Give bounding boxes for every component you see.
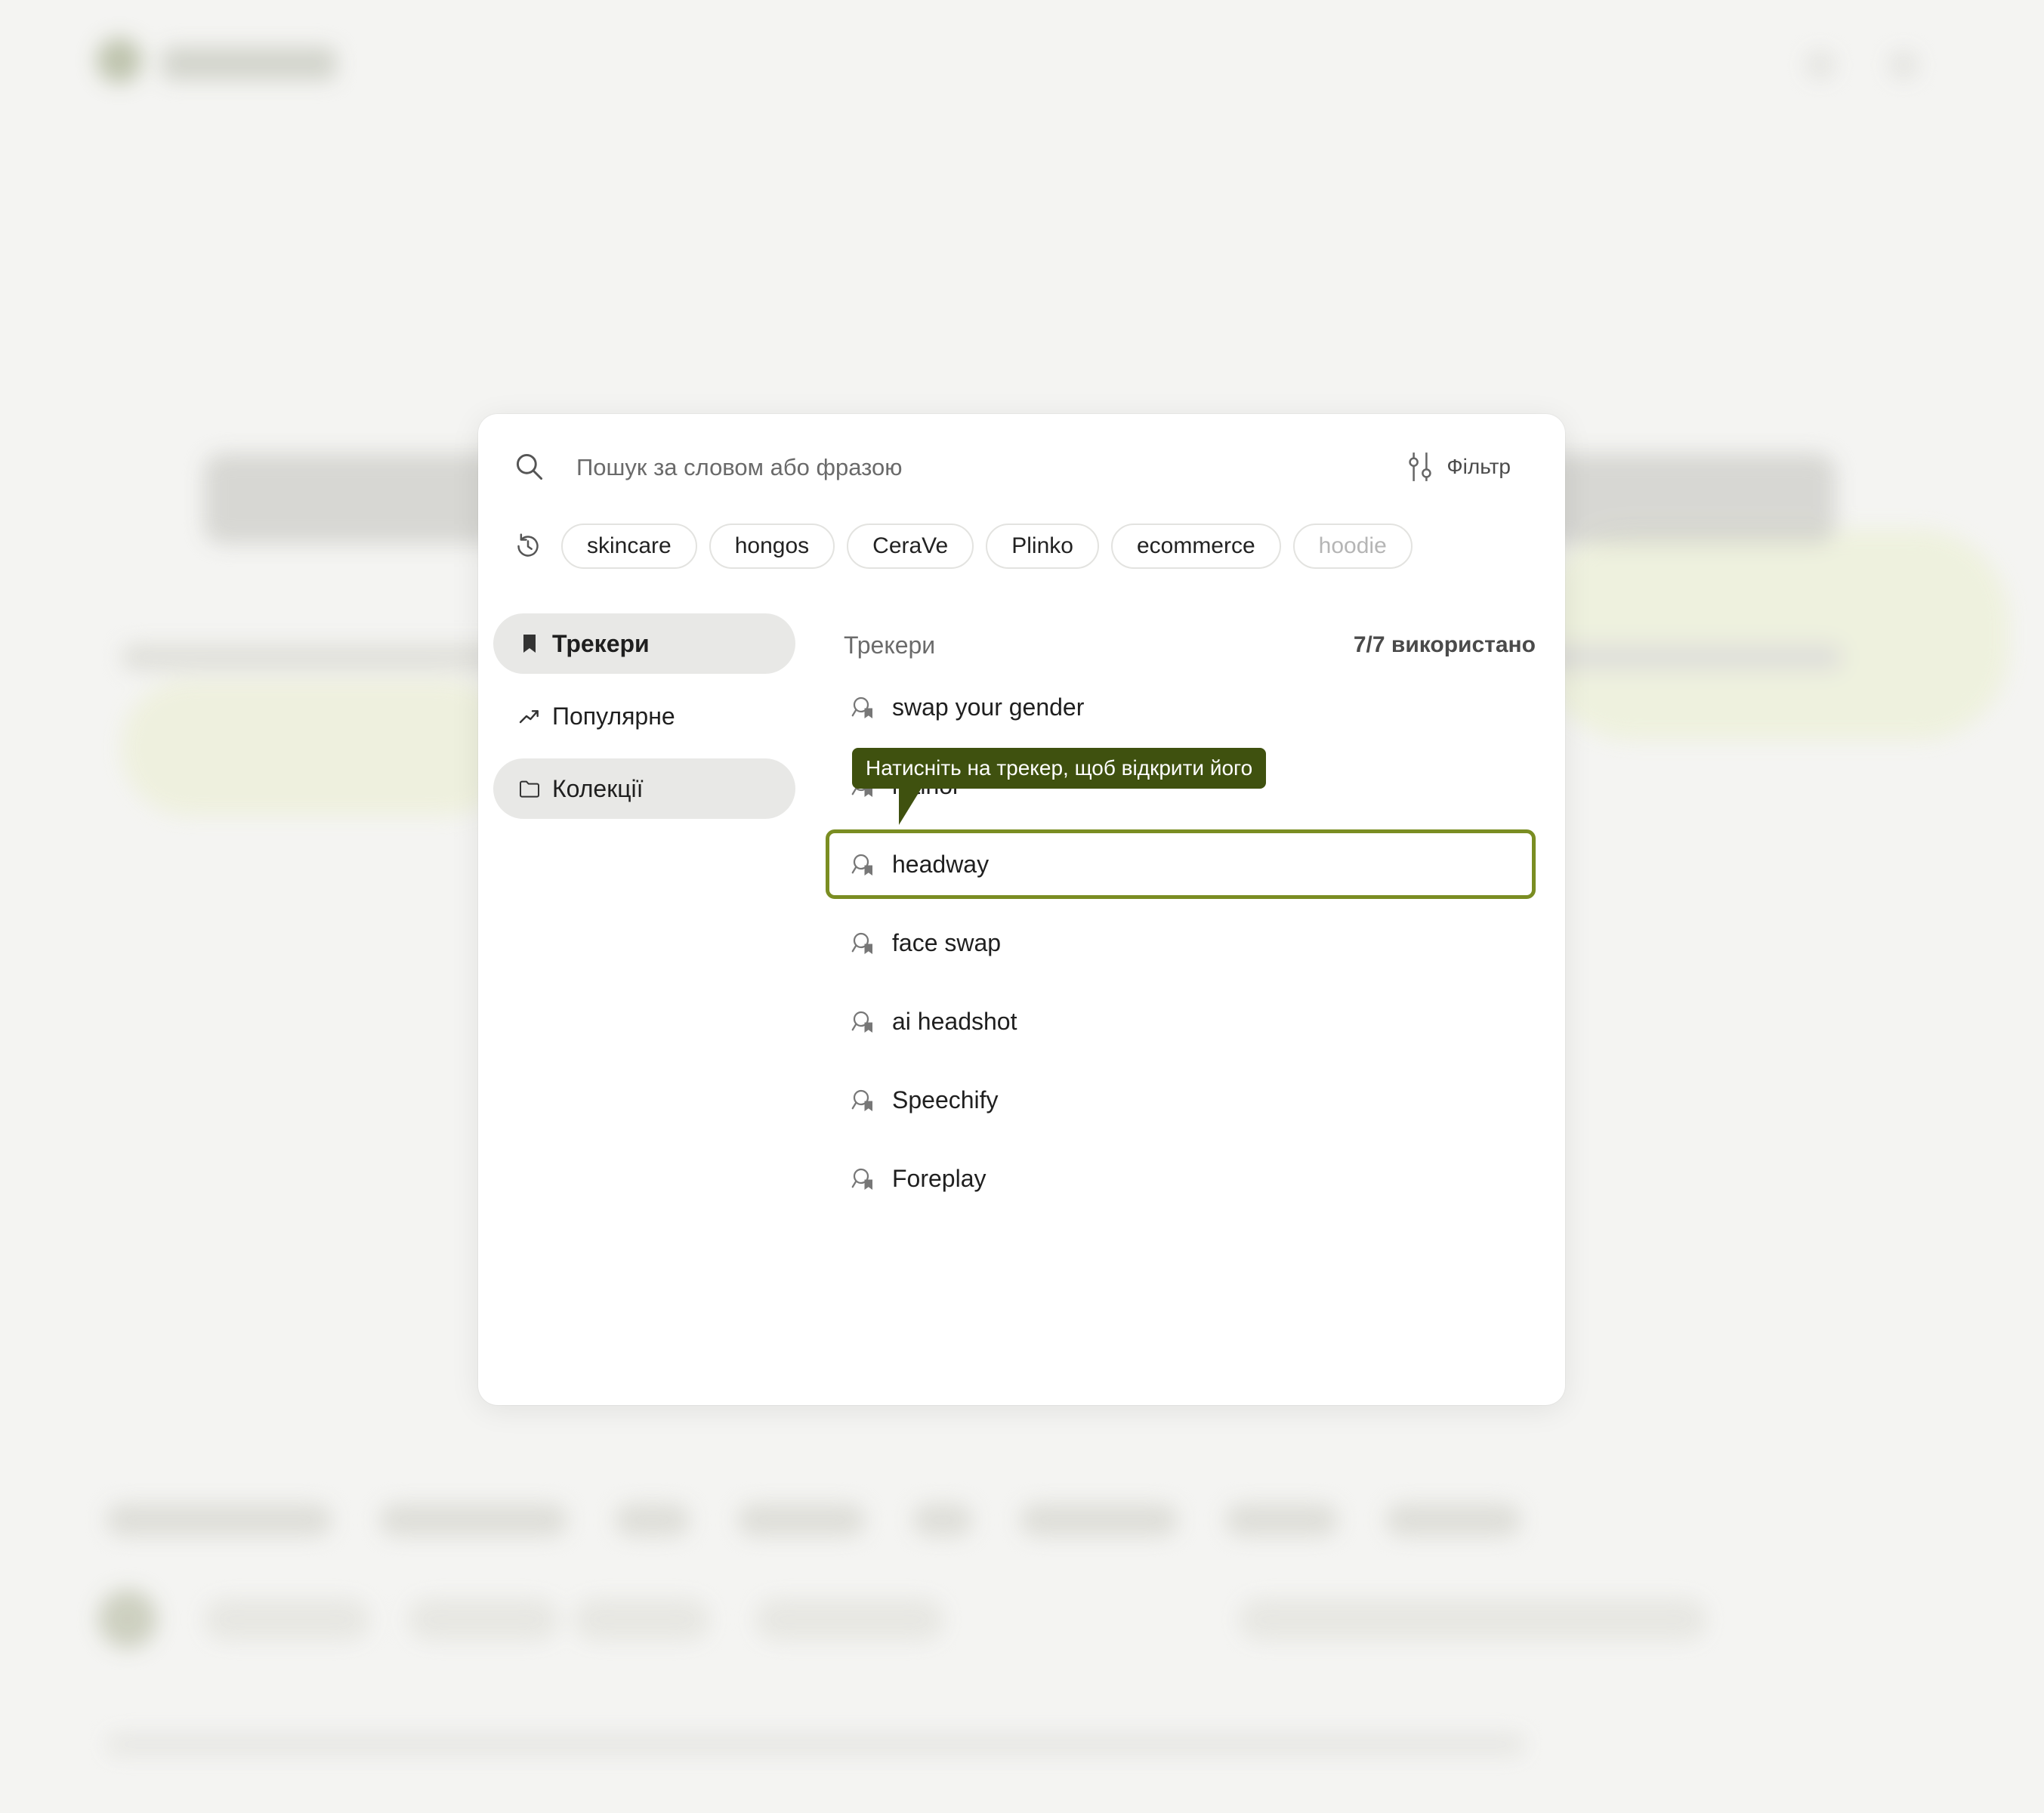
tracker-item[interactable]: Speechify bbox=[826, 1065, 1536, 1135]
trackers-list: Трекери 7/7 використано swap your gender… bbox=[826, 618, 1536, 1222]
recent-search-chip[interactable]: hongos bbox=[709, 524, 835, 569]
tracker-item[interactable]: Foreplay bbox=[826, 1144, 1536, 1213]
background-pill bbox=[574, 1598, 710, 1641]
tracker-label: Speechify bbox=[892, 1086, 999, 1113]
background-avatar bbox=[98, 1589, 157, 1648]
nav-item-popular[interactable]: Популярне bbox=[493, 686, 795, 746]
bookmark-icon bbox=[523, 635, 536, 653]
trackers-header: Трекери 7/7 використано bbox=[826, 618, 1536, 672]
nav-item-collections[interactable]: Колекції bbox=[493, 758, 795, 819]
search-input[interactable] bbox=[575, 444, 1303, 491]
tracker-label: Foreplay bbox=[892, 1164, 986, 1192]
folder-icon bbox=[520, 780, 539, 798]
nav-item-label: Трекери bbox=[552, 629, 650, 657]
onboarding-tooltip: Натисніть на трекер, щоб відкрити його bbox=[852, 748, 1267, 789]
tracker-item[interactable]: ai headshot bbox=[826, 987, 1536, 1056]
tracker-icon bbox=[851, 1089, 872, 1111]
tracker-label: headway bbox=[892, 850, 990, 878]
background-pill bbox=[204, 1598, 370, 1641]
tooltip-arrow bbox=[899, 786, 923, 825]
tracker-icon bbox=[851, 932, 872, 954]
search-icon bbox=[516, 453, 543, 480]
background-footer-links bbox=[106, 1503, 1521, 1537]
logo-wordmark bbox=[162, 47, 336, 80]
recent-search-chip[interactable]: CeraVe bbox=[847, 524, 974, 569]
tracker-item-focused[interactable]: headway bbox=[826, 829, 1536, 899]
header-icon bbox=[1888, 50, 1919, 80]
recent-searches: skincare hongos CeraVe Plinko ecommerce … bbox=[513, 521, 1468, 571]
nav-item-label: Колекції bbox=[552, 774, 644, 802]
search-modal: Фільтр skincare hongos CeraVe Plinko eco… bbox=[478, 414, 1565, 1405]
filter-label: Фільтр bbox=[1447, 455, 1511, 478]
background-decoration bbox=[1541, 529, 2009, 740]
tracker-label: ai headshot bbox=[892, 1007, 1017, 1035]
filter-button[interactable]: Фільтр bbox=[1407, 447, 1511, 486]
logo-icon bbox=[97, 38, 142, 83]
recent-search-chips: skincare hongos CeraVe Plinko ecommerce … bbox=[561, 524, 1413, 569]
recent-search-chip[interactable]: Plinko bbox=[986, 524, 1099, 569]
recent-search-chip[interactable]: hoodie bbox=[1292, 524, 1413, 569]
tracker-icon bbox=[851, 1011, 872, 1033]
header-icon bbox=[1805, 50, 1836, 80]
tracker-icon bbox=[851, 854, 872, 876]
nav-item-label: Популярне bbox=[552, 702, 675, 730]
background-pill bbox=[1239, 1598, 1707, 1641]
background-pill bbox=[755, 1598, 944, 1641]
history-icon bbox=[517, 533, 539, 557]
trackers-usage: 7/7 використано bbox=[1353, 632, 1536, 657]
sliders-icon bbox=[1409, 452, 1432, 481]
background-decoration bbox=[121, 680, 514, 816]
modal-nav: Трекери Популярне Колекції bbox=[493, 613, 795, 831]
search-bar: Фільтр bbox=[478, 414, 1565, 520]
tracker-icon bbox=[851, 1168, 872, 1190]
tracker-label: face swap bbox=[892, 928, 1002, 956]
tracker-item[interactable]: swap your gender bbox=[826, 672, 1536, 742]
background-pill bbox=[408, 1598, 559, 1641]
tracker-label: swap your gender bbox=[892, 693, 1085, 721]
background-copyright bbox=[106, 1733, 1526, 1756]
recent-search-chip[interactable]: ecommerce bbox=[1110, 524, 1281, 569]
nav-item-trackers[interactable]: Трекери bbox=[493, 613, 795, 674]
trending-up-icon bbox=[519, 710, 539, 724]
tracker-item[interactable]: face swap bbox=[826, 908, 1536, 978]
trackers-title: Трекери bbox=[844, 631, 936, 659]
recent-search-chip[interactable]: skincare bbox=[561, 524, 697, 569]
tracker-icon bbox=[851, 696, 872, 718]
